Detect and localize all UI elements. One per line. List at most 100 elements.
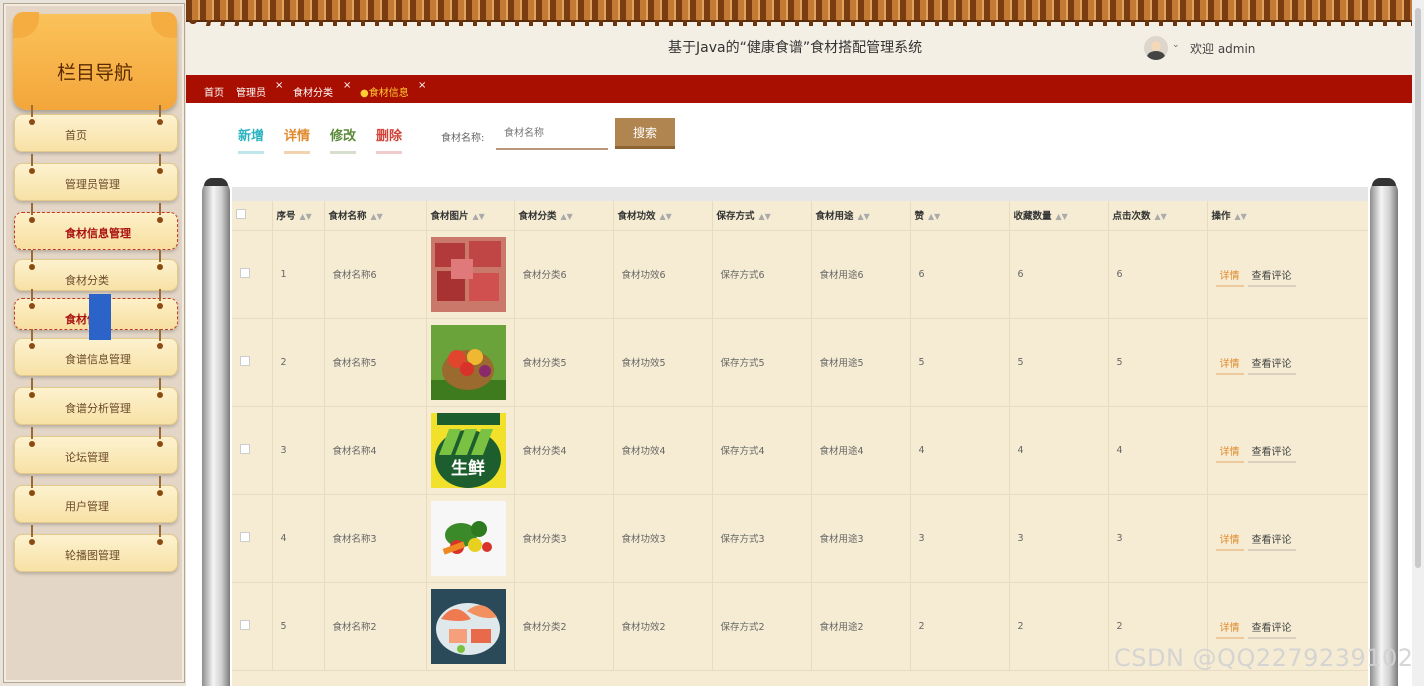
sidebar-item-forum[interactable]: 论坛管理 [14,427,178,474]
row-view-comments-button[interactable]: 查看评论 [1247,269,1296,287]
pin-decoration [29,343,35,349]
cell-storage: 保存方式6 [712,230,812,319]
row-checkbox[interactable] [240,619,250,630]
pin-decoration [157,539,163,545]
cell-name: 食材名称2 [324,582,427,671]
row-select-cell [232,318,273,407]
cell-likes: 4 [910,406,1010,495]
column-header[interactable]: 食材用途 ▲▼ [811,201,911,231]
sort-icon: ▲▼ [472,212,485,222]
row-detail-button[interactable]: 详情 [1215,357,1244,375]
table-row: 3 食材名称4 生鲜 食材分类4 食材功效4 保存方式4 食材用途4 4 4 4 详情 查看评论 [232,406,1368,495]
sort-icon: ▲▼ [1234,212,1247,222]
select-all-checkbox[interactable] [236,208,246,219]
sidebar-item-ingredient-mgmt[interactable]: 食材信息管理 [14,203,178,250]
breadcrumb-admin[interactable]: 管理员 [236,84,266,99]
column-header[interactable]: 操作 ▲▼ [1207,201,1368,231]
sidebar-item-recipe-mgmt[interactable]: 食谱信息管理 [14,329,178,376]
cell-usage: 食材用途5 [811,318,911,407]
rope-decoration [31,378,33,390]
close-icon[interactable]: × [275,80,283,91]
cell-storage: 保存方式2 [712,582,812,671]
column-header[interactable]: 序号 ▲▼ [272,201,325,231]
add-button[interactable]: 新增 [238,125,265,154]
table-row: 1 食材名称6 食材分类6 食材功效6 保存方式6 食材用途6 6 6 6 详情 查看评论 [232,230,1368,319]
column-header[interactable]: 食材分类 ▲▼ [514,201,614,231]
ingredient-image [430,324,506,400]
sidebar-item-label: 食谱分析管理 [65,402,131,415]
row-detail-button[interactable]: 详情 [1215,621,1244,639]
page-scrollbar[interactable] [1412,0,1424,686]
sidebar-item-carousel[interactable]: 轮播图管理 [14,525,178,572]
sidebar-item-home[interactable]: 首页 [14,105,178,152]
cell-clicks: 6 [1108,230,1208,319]
cell-category: 食材分类4 [514,406,614,495]
sidebar-item-admin[interactable]: 管理员管理 [14,154,178,201]
row-select-cell [232,406,273,495]
rope-decoration [159,525,161,537]
cell-storage: 保存方式4 [712,406,812,495]
cell-no: 5 [272,582,325,671]
text-selection-highlight [89,294,111,340]
chevron-down-icon[interactable]: ⌄ [1172,40,1180,50]
roof-tiles-decoration [186,20,1412,26]
row-view-comments-button[interactable]: 查看评论 [1247,357,1296,375]
left-pillar-decoration [202,178,230,686]
pin-decoration [29,303,35,309]
row-detail-button[interactable]: 详情 [1215,269,1244,287]
row-checkbox[interactable] [240,355,250,366]
breadcrumb-home[interactable]: 首页 [204,84,224,99]
breadcrumb-category[interactable]: 食材分类 [293,84,333,99]
pin-decoration [157,490,163,496]
rope-decoration [31,154,33,166]
delete-button[interactable]: 删除 [376,125,403,154]
edit-button[interactable]: 修改 [330,125,357,154]
column-header[interactable]: 食材名称 ▲▼ [324,201,427,231]
welcome-text[interactable]: 欢迎 admin [1190,40,1255,57]
pin-decoration [29,119,35,125]
sidebar-item-label: 轮播图管理 [65,549,120,562]
pin-decoration [29,441,35,447]
cell-category: 食材分类3 [514,494,614,583]
column-header[interactable]: 赞 ▲▼ [910,201,1010,231]
sidebar-item-users[interactable]: 用户管理 [14,476,178,523]
cell-image [426,230,515,319]
column-header[interactable]: 点击次数 ▲▼ [1108,201,1208,231]
detail-button[interactable]: 详情 [284,125,311,154]
row-view-comments-button[interactable]: 查看评论 [1247,621,1296,639]
row-view-comments-button[interactable]: 查看评论 [1247,533,1296,551]
cell-clicks: 4 [1108,406,1208,495]
row-checkbox[interactable] [240,267,250,278]
cell-image [426,494,515,583]
svg-text:生鲜: 生鲜 [451,458,485,479]
rope-decoration [31,427,33,439]
close-icon[interactable]: × [418,80,426,91]
row-detail-button[interactable]: 详情 [1215,533,1244,551]
table-row: 2 食材名称5 食材分类5 食材功效5 保存方式5 食材用途5 5 5 5 详情 查看评论 [232,318,1368,407]
sidebar-item-ingredient-category[interactable]: 食材分类 [14,250,178,291]
breadcrumb-ingredient-info[interactable]: ●食材信息 [360,84,409,99]
search-input[interactable] [496,119,608,150]
cell-effect: 食材功效6 [613,230,713,319]
cell-usage: 食材用途4 [811,406,911,495]
row-view-comments-button[interactable]: 查看评论 [1247,445,1296,463]
pin-decoration [157,343,163,349]
row-checkbox[interactable] [240,443,250,454]
column-header[interactable]: 保存方式 ▲▼ [712,201,812,231]
cell-effect: 食材功效4 [613,406,713,495]
sort-icon: ▲▼ [1055,212,1068,222]
row-detail-button[interactable]: 详情 [1215,445,1244,463]
cell-usage: 食材用途3 [811,494,911,583]
column-header[interactable]: 食材功效 ▲▼ [613,201,713,231]
user-avatar-icon[interactable] [1144,36,1168,60]
row-checkbox[interactable] [240,531,250,542]
column-header[interactable]: 食材图片 ▲▼ [426,201,515,231]
sidebar-item-recipe-analysis[interactable]: 食谱分析管理 [14,378,178,425]
sort-icon: ▲▼ [857,212,870,222]
search-button[interactable]: 搜索 [615,118,675,149]
column-header[interactable]: 收藏数量 ▲▼ [1009,201,1109,231]
ingredient-image [430,236,506,312]
sort-icon: ▲▼ [928,212,941,222]
cell-favorites: 4 [1009,406,1109,495]
close-icon[interactable]: × [343,80,351,91]
